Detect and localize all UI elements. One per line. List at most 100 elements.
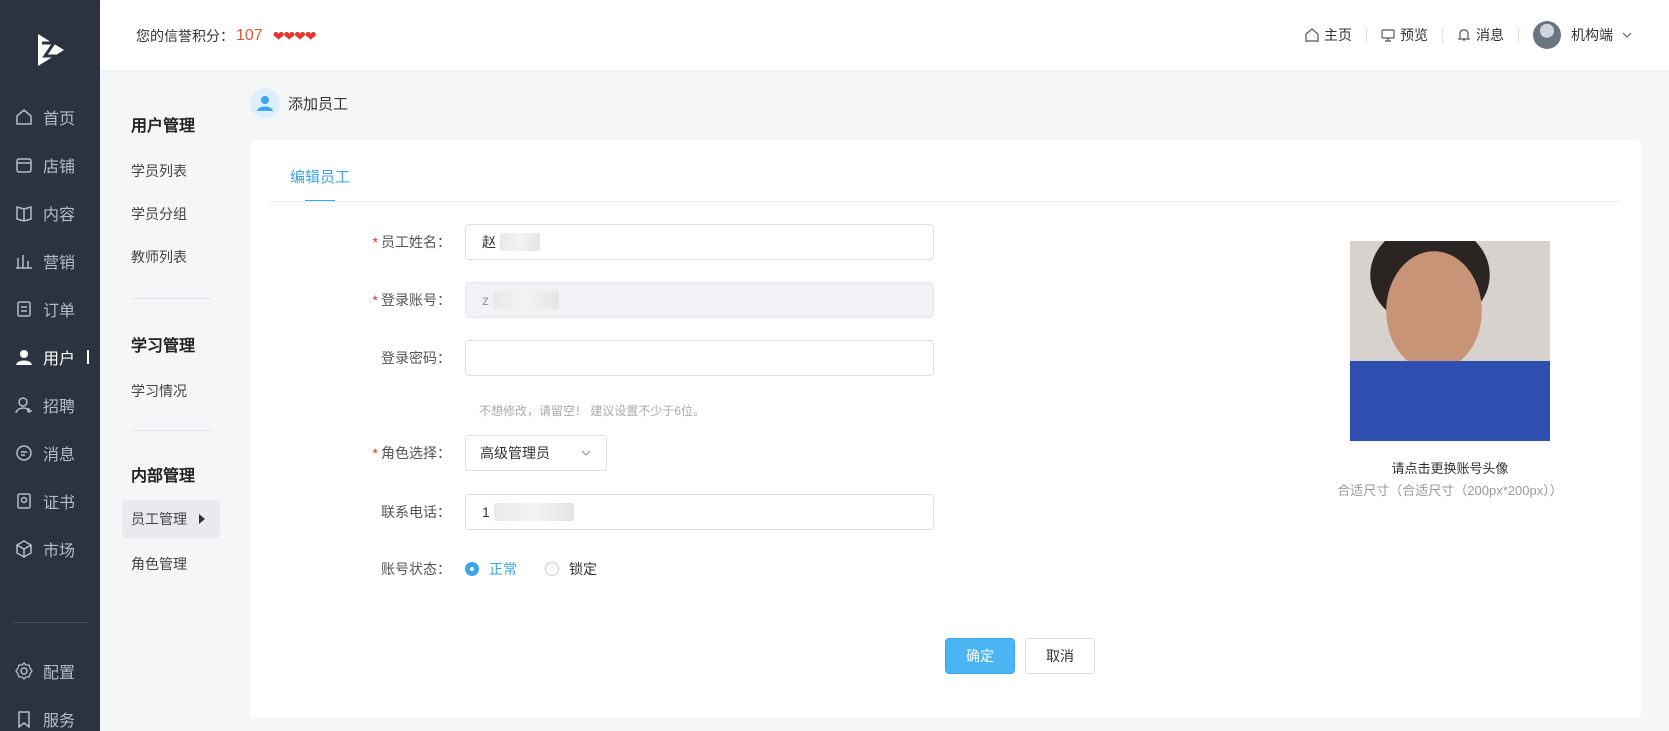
password-input[interactable] <box>465 340 934 376</box>
secondary-sidebar: 用户管理 学员列表 学员分组 教师列表 学习管理 学习情况 内部管理 员工管理 … <box>100 70 230 731</box>
chart-icon <box>16 255 32 269</box>
password-hint: 不想修改，请留空！ 建议设置不少于6位。 <box>479 404 706 418</box>
avatar[interactable] <box>1533 21 1561 49</box>
status-label-text: 账号状态： <box>381 561 451 577</box>
account-label: * 登录账号： <box>250 290 465 310</box>
redacted-text <box>500 233 540 251</box>
subnav-item-label: 员工管理 <box>131 511 187 527</box>
nav-item-label: 配置 <box>43 665 76 682</box>
nav-item-label: 店铺 <box>43 159 76 176</box>
heart-rating: ❤❤❤❤ <box>272 27 317 44</box>
upload-size-hint: 合适尺寸（合适尺寸（200px*200px）） <box>1337 483 1563 498</box>
role-label-text: 角色选择： <box>381 445 451 461</box>
nav-item-label: 用户 <box>43 351 76 368</box>
caret-right-icon <box>199 514 205 524</box>
home-link[interactable]: 主页 <box>1291 25 1366 45</box>
subnav-item-learning-status[interactable]: 学习情况 <box>131 381 187 401</box>
form-row-name: * 员工姓名： 赵 <box>250 224 934 260</box>
upload-caption[interactable]: 请点击更换账号头像 <box>1340 458 1560 477</box>
subnav-item-role-management[interactable]: 角色管理 <box>131 554 187 574</box>
nav-item-home[interactable]: 首页 <box>0 97 100 137</box>
confirm-button[interactable]: 确定 <box>945 638 1015 674</box>
radio-label: 锁定 <box>569 561 597 577</box>
subnav-divider <box>131 298 212 299</box>
status-radio-normal[interactable]: 正常 <box>465 559 517 579</box>
order-icon <box>17 301 31 317</box>
messages-link-label: 消息 <box>1476 27 1504 43</box>
form-row-status: 账号状态： 正常 锁定 <box>250 559 625 579</box>
nav-item-orders[interactable]: 订单 <box>0 289 100 329</box>
nav-item-label: 市场 <box>43 543 76 560</box>
nav-item-messages[interactable]: 消息 <box>0 433 100 473</box>
main-nav: 首页 店铺 内容 营销 订单 用户 招聘 消息 证书 市场 配置 服务 <box>0 0 100 731</box>
nav-item-marketing[interactable]: 营销 <box>0 241 100 281</box>
bell-icon <box>1457 29 1471 41</box>
messages-link[interactable]: 消息 <box>1443 25 1518 45</box>
home-link-label: 主页 <box>1324 27 1352 43</box>
top-header: 您的信誉积分： 107 ❤❤❤❤ 主页 预览 消息 机构端 <box>100 0 1669 70</box>
nav-item-store[interactable]: 店铺 <box>0 145 100 185</box>
redacted-text <box>493 503 574 521</box>
role-label: * 角色选择： <box>250 443 465 463</box>
form-row-role: * 角色选择： 高级管理员 <box>250 435 607 471</box>
user-icon <box>250 88 280 118</box>
user-menu-label[interactable]: 机构端 <box>1571 25 1613 45</box>
nav-divider <box>12 622 88 623</box>
tab-edit-staff[interactable]: 编辑员工 <box>290 166 350 187</box>
nav-item-recruit[interactable]: 招聘 <box>0 385 100 425</box>
nav-item-settings[interactable]: 配置 <box>0 651 100 691</box>
chat-icon <box>16 445 32 461</box>
password-label-text: 登录密码： <box>381 350 451 366</box>
phone-label-text: 联系电话： <box>381 504 451 520</box>
edit-staff-card: 编辑员工 * 员工姓名： 赵 * 登录账号： z 登录密码： 不想修改，请留空！ 建… <box>250 140 1641 718</box>
nav-item-label: 服务 <box>43 713 76 730</box>
book-icon <box>16 206 32 222</box>
account-input[interactable]: z <box>465 282 934 318</box>
nav-item-market[interactable]: 市场 <box>0 529 100 569</box>
group-title-internal-management: 内部管理 <box>131 468 196 485</box>
phone-input[interactable]: 1 <box>465 494 934 530</box>
chevron-down-icon[interactable] <box>1621 29 1633 41</box>
group-title-user-management: 用户管理 <box>131 118 196 135</box>
radio-dot <box>545 562 559 576</box>
nav-item-label: 营销 <box>43 255 76 272</box>
subnav-divider <box>131 430 212 431</box>
profile-photo-uploader[interactable] <box>1350 241 1550 441</box>
required-mark: * <box>372 292 378 308</box>
credit-score: 您的信誉积分： 107 ❤❤❤❤ <box>136 26 317 46</box>
home-icon <box>16 109 32 125</box>
nav-item-content[interactable]: 内容 <box>0 193 100 233</box>
tab-divider <box>270 201 1622 202</box>
subnav-item-student-list[interactable]: 学员列表 <box>131 161 187 181</box>
nav-item-label: 首页 <box>43 111 76 128</box>
monitor-icon <box>1381 29 1395 42</box>
subnav-item-teacher-list[interactable]: 教师列表 <box>131 247 187 267</box>
redacted-text <box>493 291 559 309</box>
role-select[interactable]: 高级管理员 <box>465 435 607 471</box>
page-title: 添加员工 <box>288 95 349 113</box>
name-input[interactable]: 赵 <box>465 224 934 260</box>
user-icon <box>16 350 32 365</box>
certificate-icon <box>17 493 31 509</box>
nav-item-label: 内容 <box>43 207 76 224</box>
name-value: 赵 <box>482 234 496 250</box>
nav-item-service[interactable]: 服务 <box>0 699 100 731</box>
logo-icon[interactable] <box>32 30 68 70</box>
cancel-button[interactable]: 取消 <box>1025 638 1095 674</box>
header-links: 主页 预览 消息 机构端 <box>1291 20 1633 50</box>
preview-link-label: 预览 <box>1400 27 1428 43</box>
preview-link[interactable]: 预览 <box>1367 25 1442 45</box>
chevron-down-icon <box>581 450 591 456</box>
form-row-phone: 联系电话： 1 <box>250 494 934 530</box>
page-heading: 添加员工 <box>250 88 348 118</box>
nav-item-certificates[interactable]: 证书 <box>0 481 100 521</box>
nav-item-users[interactable]: 用户 <box>0 337 100 377</box>
nav-item-label: 订单 <box>43 303 76 320</box>
home-icon <box>1305 28 1319 42</box>
subnav-item-staff-management[interactable]: 员工管理 <box>122 500 220 538</box>
account-value: z <box>482 292 489 308</box>
radio-label: 正常 <box>489 561 517 577</box>
subnav-item-student-groups[interactable]: 学员分组 <box>131 204 187 224</box>
status-radio-locked[interactable]: 锁定 <box>545 559 597 579</box>
required-mark: * <box>372 234 378 250</box>
